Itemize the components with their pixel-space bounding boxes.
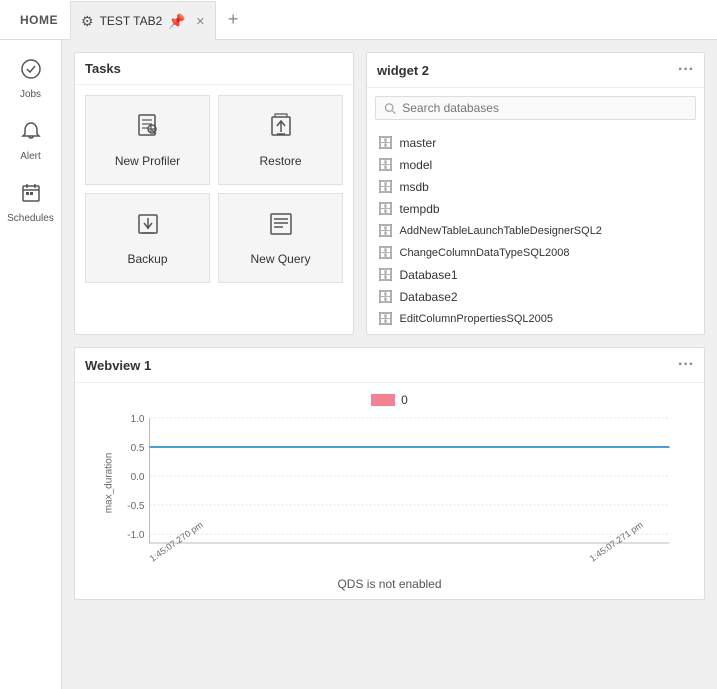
db-item-addnewtable[interactable]: 🗄 AddNewTableLaunchTableDesignerSQL2	[367, 220, 704, 242]
sidebar-schedules-label: Schedules	[7, 213, 54, 224]
db-name-database1: Database1	[400, 268, 458, 282]
tasks-panel: Tasks	[74, 52, 354, 335]
svg-text:1.0: 1.0	[131, 414, 145, 425]
schedules-icon	[20, 182, 42, 210]
task-tile-restore[interactable]: Restore	[218, 95, 343, 185]
db-item-master[interactable]: 🗄 master	[367, 132, 704, 154]
db-icon-addnewtable: 🗄	[377, 223, 394, 239]
legend-value-label: 0	[401, 393, 408, 407]
new-query-icon	[267, 210, 295, 244]
chart-wrapper: 0 1.0 0.5 0.0	[75, 383, 704, 599]
db-name-addnewtable: AddNewTableLaunchTableDesignerSQL2	[400, 225, 602, 237]
svg-text:-1.0: -1.0	[127, 530, 145, 541]
db-icon-changecolumn: 🗄	[377, 245, 394, 261]
sidebar-alert-label: Alert	[20, 151, 41, 162]
alert-icon	[20, 120, 42, 148]
tab-close-button[interactable]: ✕	[196, 15, 205, 28]
db-icon-tempdb: 🗄	[377, 201, 394, 217]
tasks-panel-header: Tasks	[75, 53, 353, 85]
db-name-master: master	[400, 136, 437, 150]
db-name-msdb: msdb	[400, 180, 429, 194]
db-icon-database2: 🗄	[377, 289, 394, 305]
svg-text:-0.5: -0.5	[127, 501, 145, 512]
db-item-model[interactable]: 🗄 model	[367, 154, 704, 176]
chart-svg: 1.0 0.5 0.0 -0.5 -1.0 max_duration 1:45:…	[91, 413, 688, 573]
new-query-label: New Query	[250, 252, 310, 266]
db-name-model: model	[400, 158, 433, 172]
tab-name: TEST TAB2	[100, 14, 163, 28]
db-item-msdb[interactable]: 🗄 msdb	[367, 176, 704, 198]
search-icon	[384, 102, 396, 115]
new-profiler-icon	[134, 112, 162, 146]
webview-menu-icon[interactable]: ···	[678, 356, 694, 374]
db-icon-master: 🗄	[377, 135, 394, 151]
widget2-header: widget 2 ···	[367, 53, 704, 88]
chart-legend: 0	[91, 393, 688, 407]
db-item-tempdb[interactable]: 🗄 tempdb	[367, 198, 704, 220]
db-name-editcolumn: EditColumnPropertiesSQL2005	[400, 313, 553, 325]
restore-icon	[267, 112, 295, 146]
db-item-editcolumn[interactable]: 🗄 EditColumnPropertiesSQL2005	[367, 308, 704, 330]
tab-settings-icon: ⚙	[81, 13, 94, 30]
task-tile-new-profiler[interactable]: New Profiler	[85, 95, 210, 185]
webview-panel: Webview 1 ··· 0	[74, 347, 705, 600]
svg-text:0.5: 0.5	[131, 443, 145, 454]
db-item-database1[interactable]: 🗄 Database1	[367, 264, 704, 286]
db-name-tempdb: tempdb	[400, 202, 440, 216]
svg-text:max_duration: max_duration	[104, 453, 115, 514]
svg-text:1:45:07.271 pm: 1:45:07.271 pm	[588, 520, 645, 564]
top-bar: HOME ⚙ TEST TAB2 📌 ✕ +	[0, 0, 717, 40]
db-item-changecolumn[interactable]: 🗄 ChangeColumnDataTypeSQL2008	[367, 242, 704, 264]
jobs-icon	[20, 58, 42, 86]
main-layout: Jobs Alert	[0, 40, 717, 689]
sidebar-item-jobs[interactable]: Jobs	[0, 50, 61, 108]
svg-text:1:45:07.270 pm: 1:45:07.270 pm	[148, 520, 205, 564]
widget2-title: widget 2	[377, 63, 429, 78]
database-list: 🗄 master 🗄 model 🗄 msdb 🗄 tempdb	[367, 128, 704, 334]
webview-title: Webview 1	[85, 358, 151, 373]
backup-label: Backup	[127, 252, 167, 266]
db-name-changecolumn: ChangeColumnDataTypeSQL2008	[400, 247, 570, 259]
db-search-input[interactable]	[402, 101, 687, 115]
db-item-database2[interactable]: 🗄 Database2	[367, 286, 704, 308]
db-search-container	[375, 96, 696, 120]
sidebar-jobs-label: Jobs	[20, 89, 41, 100]
content-area: Tasks	[62, 40, 717, 689]
db-icon-database1: 🗄	[377, 267, 394, 283]
active-tab[interactable]: ⚙ TEST TAB2 📌 ✕	[70, 1, 216, 40]
tasks-grid: New Profiler R	[75, 85, 353, 293]
webview-header: Webview 1 ···	[75, 348, 704, 383]
db-name-database2: Database2	[400, 290, 458, 304]
new-profiler-label: New Profiler	[115, 154, 180, 168]
db-icon-model: 🗄	[377, 157, 394, 173]
tab-pin-icon: 📌	[168, 13, 185, 30]
tasks-title: Tasks	[85, 61, 121, 76]
top-widgets-row: Tasks	[74, 52, 705, 335]
sidebar-item-schedules[interactable]: Schedules	[0, 174, 61, 232]
task-tile-backup[interactable]: Backup	[85, 193, 210, 283]
sidebar: Jobs Alert	[0, 40, 62, 689]
home-tab[interactable]: HOME	[8, 0, 70, 39]
svg-text:0.0: 0.0	[131, 472, 145, 483]
widget2-menu-icon[interactable]: ···	[678, 61, 694, 79]
widget2-panel: widget 2 ··· 🗄 master 🗄	[366, 52, 705, 335]
sidebar-item-alert[interactable]: Alert	[0, 112, 61, 170]
chart-footer: QDS is not enabled	[91, 577, 688, 591]
qds-status-text: QDS is not enabled	[337, 577, 441, 591]
restore-label: Restore	[259, 154, 301, 168]
legend-color-swatch	[371, 394, 395, 406]
backup-icon	[134, 210, 162, 244]
add-tab-button[interactable]: +	[222, 9, 245, 30]
db-icon-msdb: 🗄	[377, 179, 394, 195]
task-tile-new-query[interactable]: New Query	[218, 193, 343, 283]
db-icon-editcolumn: 🗄	[377, 311, 394, 327]
